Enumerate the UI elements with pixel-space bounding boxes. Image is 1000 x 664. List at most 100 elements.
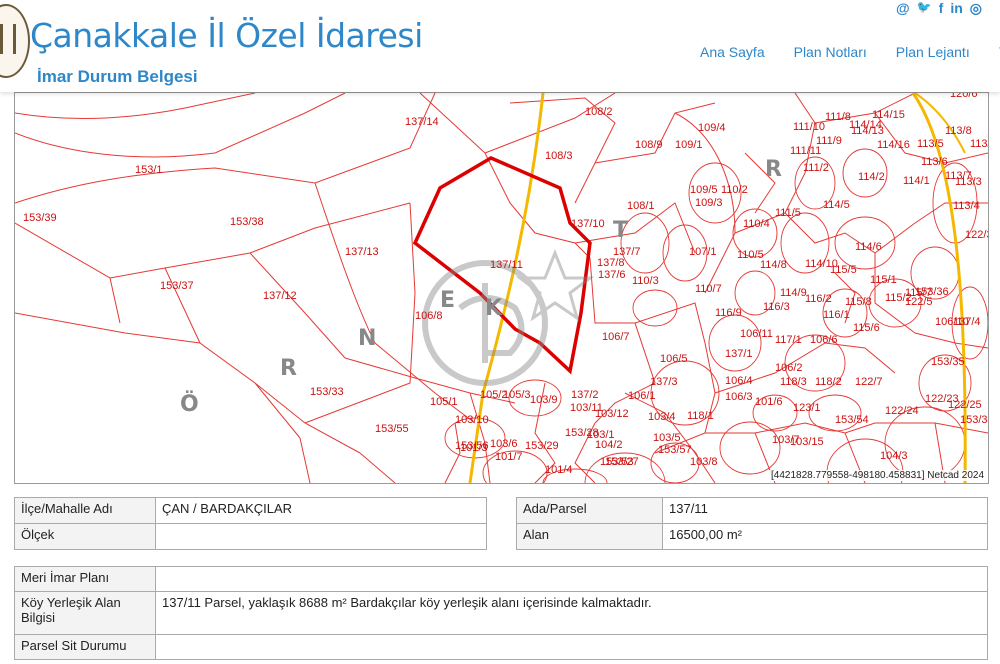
parcel-label: 106/6 — [810, 334, 838, 346]
parcel-label: 103/8 — [690, 456, 718, 468]
zoning-plan-value — [155, 566, 988, 592]
district-label: İlçe/Mahalle Adı — [14, 497, 156, 524]
table-row: Meri İmar Planı — [14, 566, 988, 592]
twitter-icon[interactable]: 🐦 — [917, 0, 932, 17]
parcel-label: 108/2 — [585, 106, 613, 118]
zoning-table: Meri İmar Planı Köy Yerleşik Alan Bilgis… — [14, 566, 988, 660]
parcel-label: 122/5 — [905, 296, 933, 308]
parcel-label: 113/8 — [945, 125, 972, 137]
area-value: 16500,00 m² — [662, 523, 988, 550]
parcel-label: 103/4 — [648, 411, 676, 423]
parcel-label: 116/2 — [805, 293, 832, 305]
table-row: Parsel Sit Durumu — [14, 634, 988, 660]
parcel-map-canvas[interactable]: ÖRNE KTR 153/1137/14108/2108/3108/9 109/11… — [15, 93, 988, 483]
parcel-label: 103/10 — [455, 414, 489, 426]
parcel-label: 117/1 — [775, 334, 802, 346]
parcel-label: 113/6 — [921, 156, 948, 168]
block-parcel-value: 137/11 — [662, 497, 988, 524]
social-links: @ 🐦 f in ◎ — [896, 0, 982, 17]
parcel-label: 111/8 — [825, 111, 851, 123]
parcel-label: 109/1 — [675, 139, 703, 151]
parcel-label: 106/1 — [628, 390, 656, 402]
parcel-label: 108/9 — [635, 139, 663, 151]
parcel-label: 103/15 — [790, 436, 824, 448]
facebook-icon[interactable]: f — [939, 0, 944, 17]
site-status-value — [155, 634, 988, 660]
parcel-label: 115/5 — [830, 264, 857, 276]
block-parcel-label: Ada/Parsel — [516, 497, 663, 524]
nav-home[interactable]: Ana Sayfa — [700, 44, 765, 60]
parcel-label: 115/6 — [853, 322, 880, 334]
main-nav: Ana Sayfa Plan Notları Plan Lejantı Ya — [700, 44, 1000, 60]
compass-letter: R — [765, 157, 782, 182]
parcel-label: 114/1 — [903, 175, 930, 187]
linkedin-icon[interactable]: in — [950, 0, 962, 17]
parcel-label: 101/6 — [755, 396, 783, 408]
parcel-label: 104/2 — [595, 439, 623, 451]
parcel-label: 106/2 — [775, 362, 803, 374]
parcel-label: 137/12 — [263, 290, 297, 302]
parcel-label: 153/39 — [23, 212, 57, 224]
parcel-label: 123/2 — [15, 93, 43, 96]
scale-label: Ölçek — [14, 523, 156, 550]
parcel-label: 105/1 — [430, 396, 458, 408]
parcel-label: 113/3 — [955, 176, 982, 188]
parcel-label: 113/4 — [970, 138, 988, 150]
parcel-label: 153/27 — [605, 456, 639, 468]
parcel-label: 114/6 — [855, 241, 882, 253]
parcel-label: 111/9 — [816, 135, 842, 147]
parcel-label: 153/57 — [658, 444, 692, 456]
parcel-label: 120/6 — [950, 93, 978, 100]
parcel-label: 109/3 — [695, 197, 723, 209]
parcel-label: 106/5 — [660, 353, 688, 365]
parcel-label: 113/5 — [917, 138, 944, 150]
parcel-label: 116/3 — [763, 301, 790, 313]
parcel-label: 111/2 — [803, 162, 829, 174]
parcel-label: 122/24 — [885, 405, 919, 417]
parcel-map[interactable]: ÖRNEKTR 153/1 137/14 108/2 108/3 108/9 109/1 1… — [14, 92, 989, 484]
watermark-logo — [422, 248, 595, 386]
parcel-table: Ada/Parsel 137/11 Alan 16500,00 m² — [516, 497, 988, 550]
parcel-label: 137/11 — [490, 259, 523, 271]
site-title[interactable]: Çanakkale İl Özel İdaresi — [30, 16, 423, 55]
parcel-label: 103/6 — [490, 438, 518, 450]
parcel-label: 101/4 — [545, 464, 573, 476]
village-area-label: Köy Yerleşik Alan Bilgisi — [14, 591, 156, 635]
parcel-label: 101/3 — [460, 442, 488, 454]
parcel-label: 118/1 — [687, 410, 714, 422]
village-area-value: 137/11 Parsel, yaklaşık 8688 m² Bardakçı… — [155, 591, 988, 635]
parcel-label: 114/16 — [877, 139, 910, 151]
nav-plan-legend[interactable]: Plan Lejantı — [896, 44, 970, 60]
nav-plan-notes[interactable]: Plan Notları — [794, 44, 867, 60]
logo[interactable] — [0, 4, 30, 78]
area-label: Alan — [516, 523, 663, 550]
parcel-label: 118/3 — [780, 376, 807, 388]
parcel-label: 153/29 — [525, 440, 559, 452]
whatsapp-icon[interactable]: ◎ — [970, 0, 982, 17]
parcel-label: 137/13 — [345, 246, 379, 258]
parcel-label: 105/3 — [503, 389, 531, 401]
parcel-label: 122/3 — [965, 229, 988, 241]
parcel-label: 137/1 — [725, 348, 753, 360]
parcel-label: 115/1 — [870, 274, 897, 286]
parcel-label: 114/13 — [851, 125, 884, 137]
table-row: Ada/Parsel 137/11 — [516, 497, 988, 524]
parcel-label: 153/38 — [230, 216, 264, 228]
parcel-label: 114/2 — [858, 171, 885, 183]
table-row: İlçe/Mahalle Adı ÇAN / BARDAKÇILAR — [14, 497, 487, 524]
email-icon[interactable]: @ — [896, 0, 910, 17]
parcel-label: 106/11 — [740, 328, 773, 340]
parcel-label: 114/8 — [760, 259, 787, 271]
parcel-label: 106/7 — [602, 331, 630, 343]
table-row: Alan 16500,00 m² — [516, 523, 988, 550]
parcel-label: 111/10 — [793, 121, 825, 133]
parcel-label: 108/1 — [627, 200, 655, 212]
map-copyright: [4421828.779558-498180.458831] Netcad 20… — [769, 470, 986, 481]
page-subtitle: İmar Durum Belgesi — [37, 67, 198, 86]
compass-letter: Ö — [180, 391, 199, 417]
parcel-label: 106/3 — [725, 391, 753, 403]
parcel-label: 106/8 — [415, 310, 443, 322]
table-row: Ölçek — [14, 523, 487, 550]
parcel-label: 137/3 — [650, 376, 678, 388]
parcel-label: 115/8 — [845, 296, 872, 308]
